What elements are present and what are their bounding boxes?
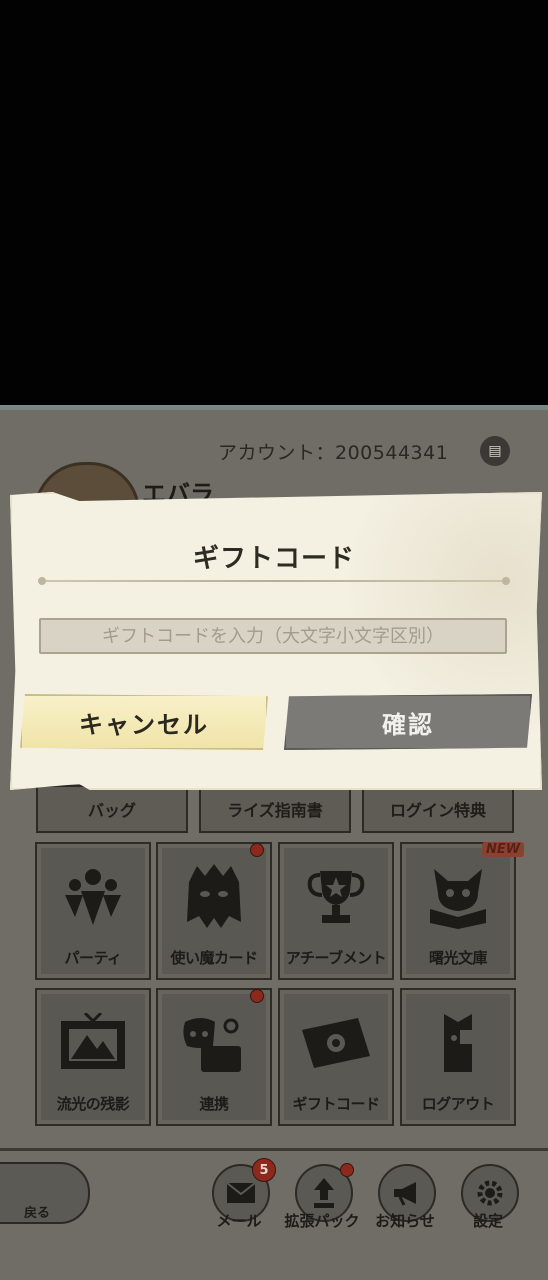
tile-logout[interactable]: ログアウト xyxy=(400,988,516,1126)
background-scene xyxy=(0,0,548,410)
tile-label: 連携 xyxy=(199,1095,229,1113)
tile-familiar-cards[interactable]: 使い魔カード xyxy=(156,842,272,980)
discord-icon xyxy=(158,1002,270,1084)
divider xyxy=(0,1148,548,1151)
tile-label: ギフトコード xyxy=(292,1095,380,1113)
logout-icon xyxy=(402,1002,514,1084)
tile-achievements[interactable]: アチーブメント xyxy=(278,842,394,980)
tile-label: パーティ xyxy=(64,949,122,967)
megaphone-icon xyxy=(394,1182,416,1206)
notification-dot xyxy=(250,989,264,1003)
cancel-button[interactable]: キャンセル xyxy=(20,694,268,750)
tile-label: 使い魔カード xyxy=(170,949,258,967)
tile-link[interactable]: 連携 xyxy=(156,988,272,1126)
settings-label: 設定 xyxy=(472,1212,503,1230)
divider-dot xyxy=(502,577,510,585)
notification-dot xyxy=(340,1163,354,1177)
back-label: 戻る xyxy=(24,1206,51,1221)
library-icon xyxy=(402,856,514,938)
expansion-icon xyxy=(314,1178,334,1208)
tile-party[interactable]: パーティ xyxy=(35,842,151,980)
familiar-icon xyxy=(158,856,270,938)
copy-icon[interactable]: ▤ xyxy=(480,436,510,466)
tile-afterimage[interactable]: 流光の残影 xyxy=(35,988,151,1126)
confirm-button[interactable]: 確認 xyxy=(284,694,532,750)
news-label: お知らせ xyxy=(375,1212,435,1230)
party-icon xyxy=(37,856,149,938)
account-id: アカウント：200544341 xyxy=(218,442,449,464)
mail-label: メール xyxy=(216,1212,262,1230)
gift-code-input[interactable] xyxy=(39,618,507,654)
rise-guide-button[interactable]: ライズ指南書 xyxy=(199,785,351,833)
picture-frame-icon xyxy=(37,1002,149,1084)
gear-icon xyxy=(477,1180,503,1206)
mail-count-badge: 5 xyxy=(252,1158,276,1182)
login-bonus-button[interactable]: ログイン特典 xyxy=(362,785,514,833)
tile-label: 曙光文庫 xyxy=(428,949,488,967)
ticket-icon xyxy=(280,1002,392,1084)
trophy-icon xyxy=(280,856,392,938)
notification-dot xyxy=(250,843,264,857)
tile-gift-code[interactable]: ギフトコード xyxy=(278,988,394,1126)
title-divider xyxy=(40,580,508,582)
divider-dot xyxy=(38,577,46,585)
bag-button[interactable]: バッグ xyxy=(36,785,188,833)
tile-label: ログアウト xyxy=(421,1095,495,1113)
tile-library[interactable]: 曙光文庫 xyxy=(400,842,516,980)
tile-label: 流光の残影 xyxy=(56,1095,130,1113)
expansion-label: 拡張パック xyxy=(284,1212,360,1230)
tile-label: アチーブメント xyxy=(285,949,387,967)
mail-icon xyxy=(226,1182,256,1203)
dialog-title: ギフトコード xyxy=(192,544,355,574)
new-badge: NEW xyxy=(482,842,525,857)
